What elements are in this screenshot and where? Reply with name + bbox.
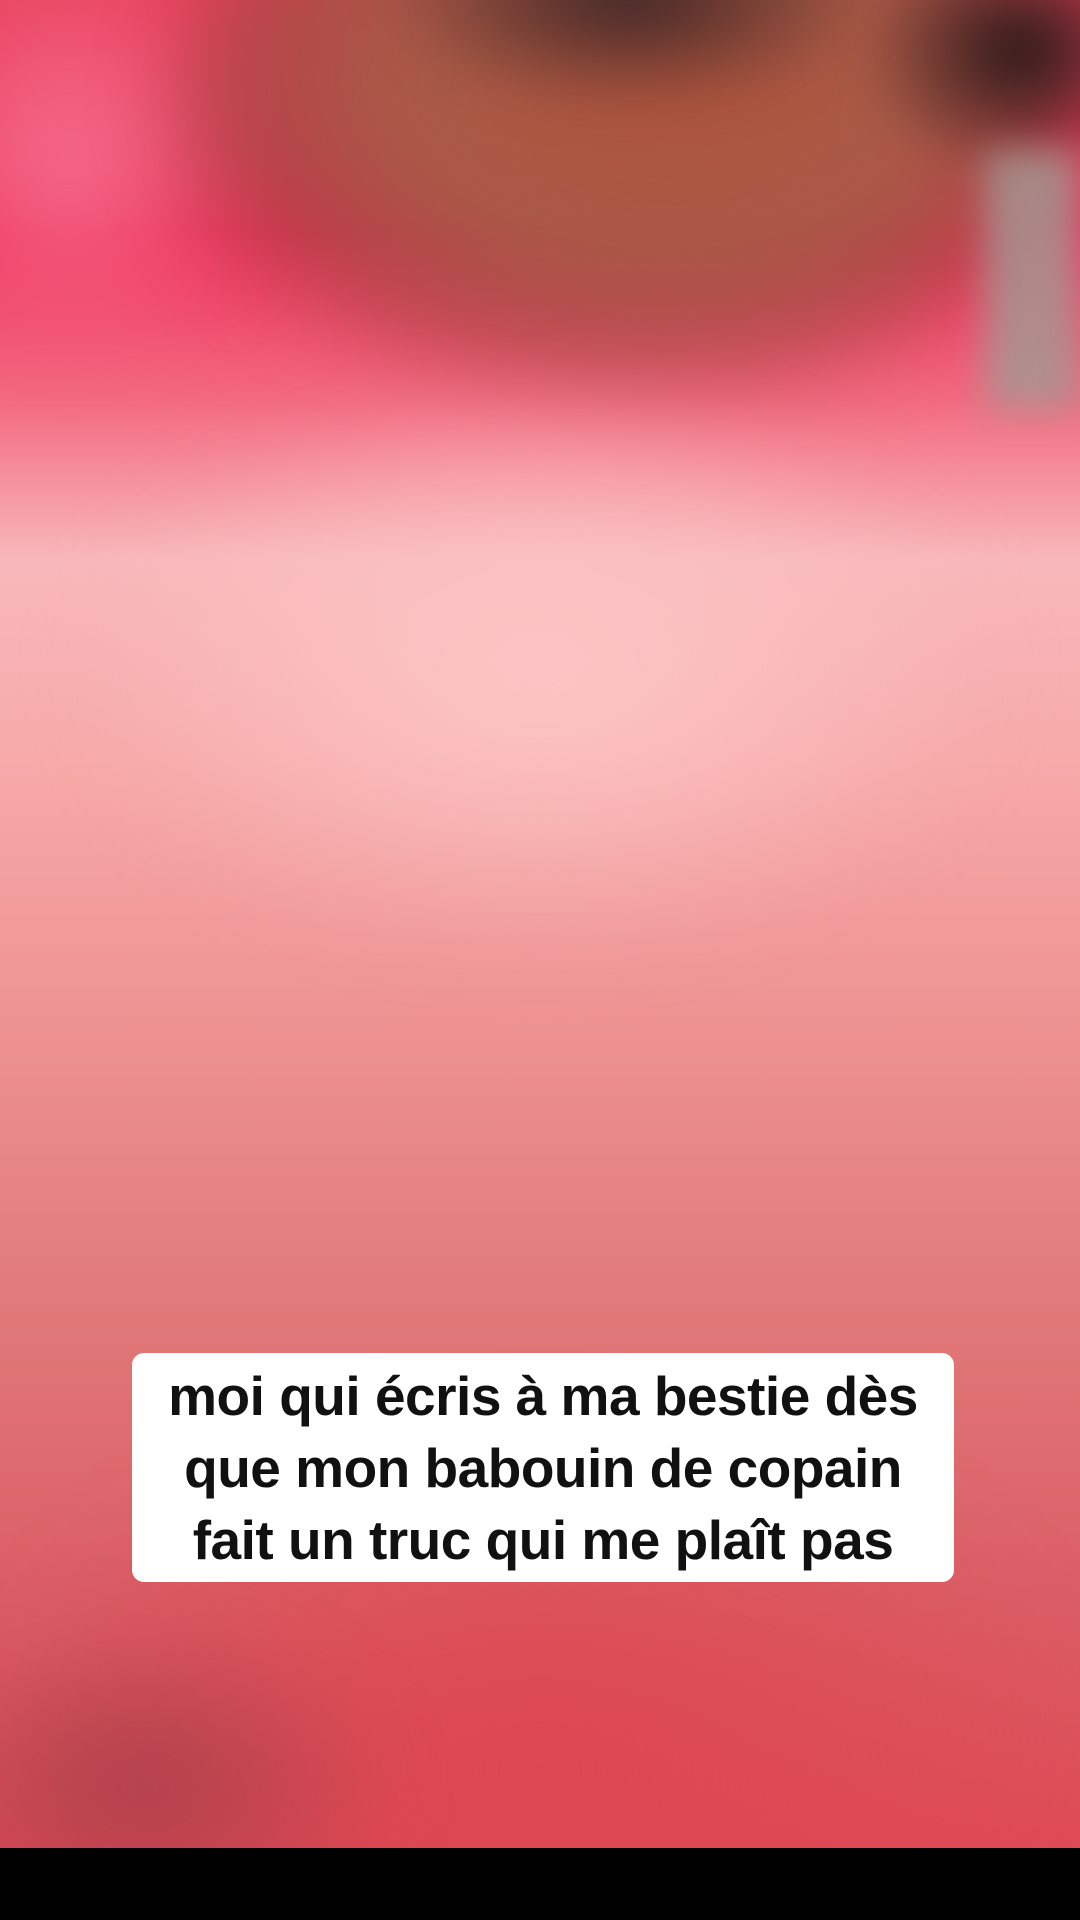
blurred-background-object: [985, 150, 1080, 410]
caption-line-3: fait un truc qui me plaît pas: [192, 1508, 894, 1571]
caption-line-2: que mon babouin de copain: [184, 1436, 902, 1499]
video-frame[interactable]: moi qui écris à ma bestie dès que mon ba…: [0, 0, 1080, 1848]
caption-box: moi qui écris à ma bestie dès que mon ba…: [132, 1353, 954, 1582]
video-stage: moi qui écris à ma bestie dès que mon ba…: [0, 0, 1080, 1920]
blurred-face: [80, 390, 1000, 950]
caption-line-1: moi qui écris à ma bestie dès: [168, 1364, 918, 1427]
bottom-black-bar: [0, 1848, 1080, 1920]
